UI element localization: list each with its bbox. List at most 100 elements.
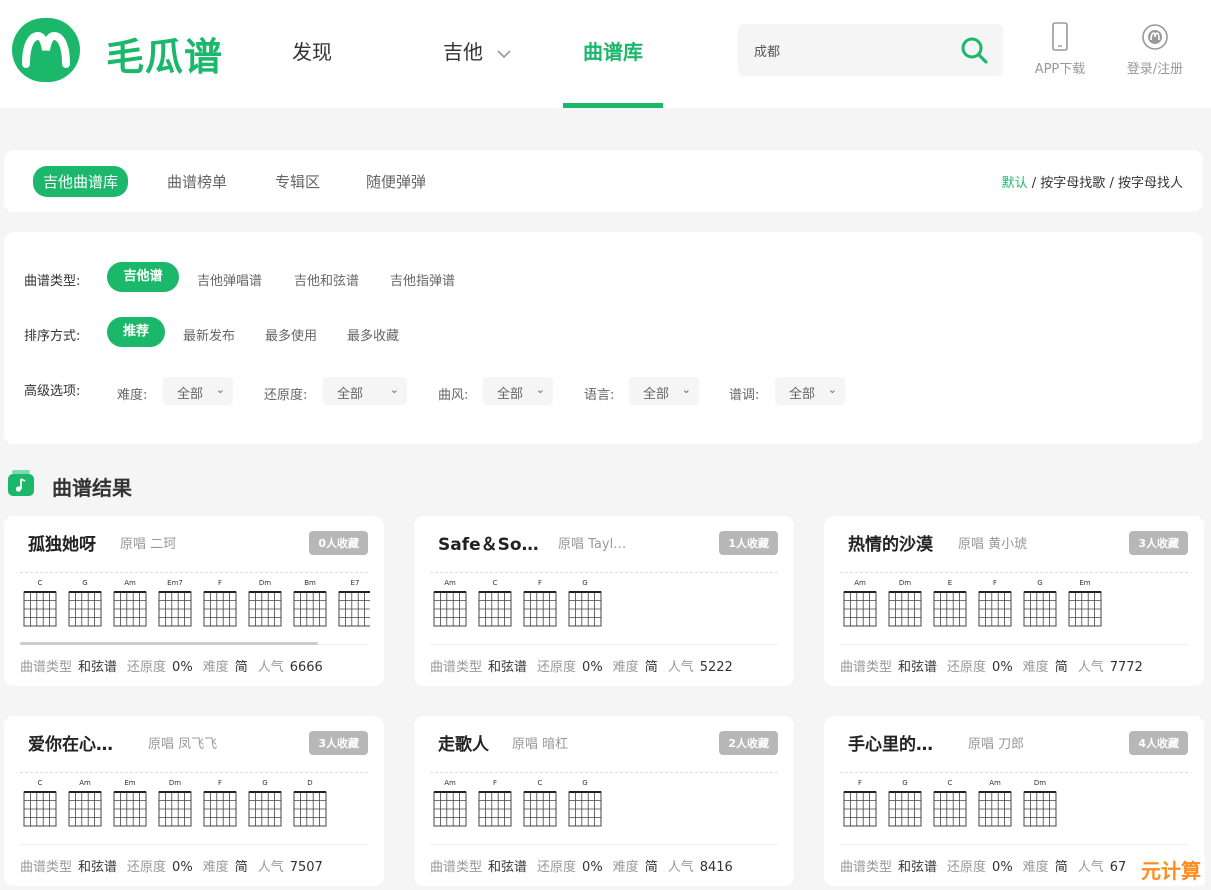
filter-sort-option[interactable]: 最多收藏 xyxy=(347,325,399,344)
song-card[interactable]: 走歌人 原唱 暗杠 2人收藏 Am F C G 曲谱类型 和弦谱 还原度 0% 难度简人气 8416 xyxy=(414,716,794,886)
difficulty-select[interactable]: 全部 ⌄ xyxy=(163,377,233,405)
chord-name: D xyxy=(307,779,313,787)
meta-label: 还原度 xyxy=(537,860,577,875)
song-card[interactable]: 热情的沙漠 原唱 黄小琥 3人收藏 Am Dm E F G Em 曲谱类型 和弦谱 还原度 0% 难度简人… xyxy=(824,516,1204,686)
meta-value: 67 xyxy=(1109,860,1127,875)
chord-item: Bm xyxy=(288,576,332,636)
chord-diagram-icon xyxy=(433,591,467,627)
song-title[interactable]: 手心里的… xyxy=(848,730,933,755)
search-box[interactable]: 成都 xyxy=(738,24,1003,76)
chord-name: G xyxy=(582,579,588,587)
login-button[interactable]: 登录/注册 xyxy=(1115,22,1195,77)
filter-type-option[interactable]: 吉他和弦谱 xyxy=(294,270,359,289)
sort-separator: / xyxy=(1109,176,1114,191)
search-icon[interactable] xyxy=(960,36,988,64)
meta-label: 难度 xyxy=(1022,660,1049,675)
song-card[interactable]: Safe＆So… 原唱 Tayl… 1人收藏 Am C F G 曲谱类型 和弦谱 还原度 0% 难度简… xyxy=(414,516,794,686)
meta-value: 8416 xyxy=(699,860,733,875)
chord-item: Am xyxy=(838,576,882,636)
chord-name: E7 xyxy=(350,579,360,587)
song-title[interactable]: 孤独她呀 xyxy=(28,530,96,555)
filter-sort-option[interactable]: 推荐 xyxy=(107,317,165,347)
language-select[interactable]: 全部 ⌄ xyxy=(629,377,699,405)
meta-value: 简 xyxy=(234,860,248,875)
key-select[interactable]: 全部 ⌄ xyxy=(775,377,845,405)
chord-diagram-icon xyxy=(68,791,102,827)
meta-value: 0% xyxy=(172,660,193,675)
chord-item: F xyxy=(518,576,562,636)
chord-item: Em7 xyxy=(153,576,197,636)
song-card[interactable]: 爱你在心… 原唱 凤飞飞 3人收藏 C Am Em Dm F G D 曲谱类型 和弦谱 还原度 0% 难度简… xyxy=(4,716,384,886)
chord-item: C xyxy=(18,776,62,836)
chord-name: F xyxy=(992,579,998,587)
app-download-button[interactable]: APP下载 xyxy=(1020,22,1100,77)
chord-diagram-icon xyxy=(68,591,102,627)
chord-item: F xyxy=(973,576,1017,636)
restore-select-value: 全部 xyxy=(337,387,364,402)
brand-logo-icon[interactable] xyxy=(12,18,80,82)
sort-by-song-link[interactable]: 按字母找歌 xyxy=(1040,176,1105,191)
meta-label: 人气 xyxy=(667,860,694,875)
nav-discover[interactable]: 发现 xyxy=(292,36,332,65)
chord-diagram-icon xyxy=(158,791,192,827)
brand-name[interactable]: 毛瓜谱 xyxy=(106,26,223,81)
tab-rankings[interactable]: 曲谱榜单 xyxy=(167,171,227,192)
nav-guitar-label: 吉他 xyxy=(443,40,483,64)
chord-name: Em xyxy=(1079,579,1091,587)
meta-label: 还原度 xyxy=(127,660,167,675)
nav-guitar[interactable]: 吉他 xyxy=(443,36,511,65)
chord-name: Am xyxy=(444,779,456,787)
filter-type-option[interactable]: 吉他弹唱谱 xyxy=(197,270,262,289)
filter-sort-label: 排序方式: xyxy=(24,329,81,344)
style-select[interactable]: 全部 ⌄ xyxy=(483,377,553,405)
card-meta: 曲谱类型 和弦谱 还原度 0% 难度简人气 6666 xyxy=(20,656,333,675)
favorites-badge: 3人收藏 xyxy=(1129,531,1188,555)
filter-sort-option[interactable]: 最新发布 xyxy=(183,325,235,344)
chord-item: C xyxy=(928,776,972,836)
chord-diagram-icon xyxy=(293,591,327,627)
chord-name: Em7 xyxy=(167,579,183,587)
song-singer: 原唱 黄小琥 xyxy=(958,537,1028,552)
filter-type-option[interactable]: 吉他指弹谱 xyxy=(390,270,455,289)
meta-value: 0% xyxy=(992,860,1013,875)
chord-item: Dm xyxy=(1018,776,1062,836)
meta-label: 还原度 xyxy=(947,660,987,675)
song-title[interactable]: 爱你在心… xyxy=(28,730,113,755)
search-input[interactable]: 成都 xyxy=(754,41,780,60)
tabs-panel: 吉他曲谱库 曲谱榜单 专辑区 随便弹弹 默认 / 按字母找歌 / 按字母找人 xyxy=(4,150,1203,212)
song-title[interactable]: 热情的沙漠 xyxy=(848,530,933,555)
chord-name: Am xyxy=(854,579,866,587)
chord-diagram-icon xyxy=(1023,791,1057,827)
tab-guitar-library[interactable]: 吉他曲谱库 xyxy=(33,166,129,197)
meta-value: 简 xyxy=(644,860,658,875)
chord-item: Am xyxy=(428,776,472,836)
filter-sort-option[interactable]: 最多使用 xyxy=(265,325,317,344)
chord-diagram-icon xyxy=(23,791,57,827)
nav-library[interactable]: 曲谱库 xyxy=(583,36,643,65)
tab-albums[interactable]: 专辑区 xyxy=(275,171,320,192)
chord-name: C xyxy=(37,779,43,787)
sort-by-artist-link[interactable]: 按字母找人 xyxy=(1118,176,1183,191)
filter-type-option[interactable]: 吉他谱 xyxy=(107,262,179,292)
meta-label: 曲谱类型 xyxy=(20,860,73,875)
tab-random[interactable]: 随便弹弹 xyxy=(366,171,426,192)
filter-type-label: 曲谱类型: xyxy=(24,274,81,289)
difficulty-label: 难度: xyxy=(117,388,148,403)
chord-item: C xyxy=(18,576,62,636)
meta-value: 6666 xyxy=(289,660,323,675)
chevron-down-icon: ⌄ xyxy=(215,383,225,396)
chord-name: F xyxy=(857,779,863,787)
chord-scrollbar[interactable] xyxy=(20,642,318,645)
divider xyxy=(840,572,1188,573)
meta-label: 还原度 xyxy=(537,660,577,675)
restore-select[interactable]: 全部 ⌄ xyxy=(323,377,407,405)
song-card[interactable]: 孤独她呀 原唱 二珂 0人收藏 C G Am Em7 F Dm Bm E7 曲谱类型 和弦谱 还原度 0% 难… xyxy=(4,516,384,686)
chord-diagram-icon xyxy=(433,791,467,827)
sort-default-link[interactable]: 默认 xyxy=(1002,176,1028,191)
song-singer: 原唱 凤飞飞 xyxy=(148,737,218,752)
chord-diagram-icon xyxy=(978,791,1012,827)
song-title[interactable]: 走歌人 xyxy=(438,730,489,755)
song-title[interactable]: Safe＆So… xyxy=(438,530,539,555)
chord-name: C xyxy=(537,779,543,787)
chevron-down-icon: ⌄ xyxy=(389,383,399,396)
